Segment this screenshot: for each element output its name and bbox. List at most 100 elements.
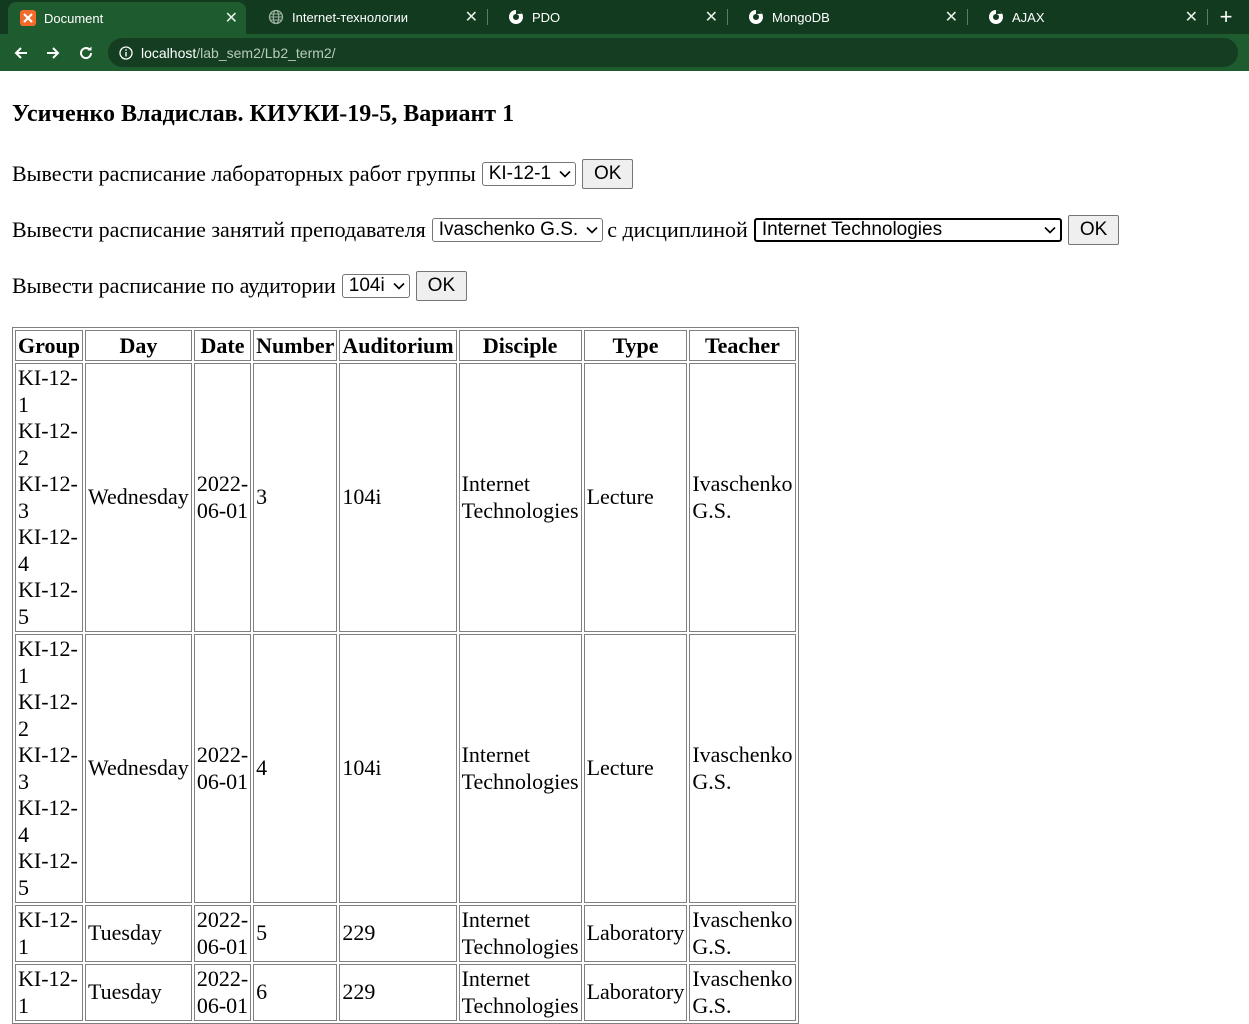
cell-number: 5 bbox=[253, 905, 338, 962]
cell-day: Wednesday bbox=[84, 634, 192, 903]
back-arrow-icon bbox=[14, 46, 27, 59]
group-select[interactable]: KI-12-1 bbox=[481, 162, 577, 186]
column-header-number: Number bbox=[253, 330, 338, 361]
group-ok-button[interactable]: OK bbox=[582, 159, 634, 189]
auditorium-ok-button[interactable]: OK bbox=[415, 271, 468, 301]
table-row: KI-12-1 Tuesday 2022-06-01 5 229 Interne… bbox=[15, 905, 796, 962]
cell-teacher: Ivaschenko G.S. bbox=[689, 634, 796, 903]
cell-discipline: Internet Technologies bbox=[458, 964, 582, 1021]
new-tab-button[interactable]: + bbox=[1215, 5, 1237, 29]
cell-groups: KI-12-1 bbox=[15, 905, 83, 962]
page-title: Усиченко Владислав. КИУКИ-19-5, Вариант … bbox=[12, 101, 515, 127]
teacher-ok-button[interactable]: OK bbox=[1067, 215, 1120, 245]
group-item: KI-12-5 bbox=[18, 848, 78, 900]
column-header-discipline: Disciple bbox=[458, 330, 582, 361]
cell-date: 2022-06-01 bbox=[193, 964, 252, 1021]
tab-title: Document bbox=[44, 10, 104, 26]
cell-discipline: Internet Technologies bbox=[458, 905, 582, 962]
group-item: KI-12-2 bbox=[18, 689, 78, 741]
url-path: /lab_sem2/Lb2_term2/ bbox=[196, 44, 336, 61]
close-icon[interactable]: ✕ bbox=[225, 8, 238, 28]
cell-auditorium: 229 bbox=[339, 905, 457, 962]
tab-pdo[interactable]: PDO ✕ bbox=[488, 0, 726, 34]
cell-number: 6 bbox=[253, 964, 338, 1021]
tab-internet-technologies[interactable]: Internet-технологии ✕ bbox=[248, 0, 486, 34]
cell-date: 2022-06-01 bbox=[193, 905, 252, 962]
cell-type: Laboratory bbox=[583, 964, 688, 1021]
cell-day: Wednesday bbox=[84, 363, 192, 632]
cell-groups: KI-12-1 bbox=[15, 964, 83, 1021]
group-item: KI-12-3 bbox=[18, 471, 78, 523]
close-icon[interactable]: ✕ bbox=[945, 7, 958, 27]
cell-auditorium: 104i bbox=[339, 363, 457, 632]
reload-button[interactable] bbox=[73, 34, 99, 71]
browser-tab-strip: Document ✕ Internet-технологии ✕ PDO ✕ M… bbox=[0, 0, 1249, 34]
cell-teacher: Ivaschenko G.S. bbox=[689, 363, 796, 632]
group-schedule-form: Вывести расписание лабораторных работ гр… bbox=[12, 159, 634, 189]
teacher-schedule-form: Вывести расписание занятий преподавателя… bbox=[12, 215, 1120, 245]
chevron-down-icon bbox=[586, 226, 598, 234]
close-icon[interactable]: ✕ bbox=[1185, 7, 1198, 27]
tab-title: Internet-технологии bbox=[292, 9, 409, 25]
column-header-day: Day bbox=[84, 330, 192, 361]
cell-type: Laboratory bbox=[583, 905, 688, 962]
browser-toolbar: localhost/lab_sem2/Lb2_term2/ bbox=[0, 34, 1249, 71]
tab-title: AJAX bbox=[1012, 9, 1045, 25]
table-row: KI-12-1 KI-12-2 KI-12-3 KI-12-4 KI-12-5 … bbox=[15, 363, 796, 632]
address-bar[interactable]: localhost/lab_sem2/Lb2_term2/ bbox=[108, 38, 1238, 67]
tab-title: MongoDB bbox=[772, 9, 830, 25]
chrome-icon bbox=[508, 9, 524, 25]
info-icon[interactable] bbox=[119, 45, 133, 60]
cell-discipline: Internet Technologies bbox=[458, 363, 582, 632]
group-item: KI-12-1 bbox=[18, 636, 78, 688]
globe-icon bbox=[268, 9, 284, 25]
discipline-select[interactable]: Internet Technologies bbox=[753, 218, 1062, 242]
group-item: KI-12-1 bbox=[18, 365, 78, 417]
table-header-row: Group Day Date Number Auditorium Discipl… bbox=[15, 330, 796, 361]
reload-icon bbox=[80, 46, 93, 59]
tab-title: PDO bbox=[532, 9, 561, 25]
group-item: KI-12-3 bbox=[18, 742, 78, 794]
group-select-value: KI-12-1 bbox=[488, 163, 552, 184]
column-header-date: Date bbox=[193, 330, 252, 361]
close-icon[interactable]: ✕ bbox=[465, 7, 478, 27]
chevron-down-icon bbox=[393, 282, 405, 290]
auditorium-schedule-form: Вывести расписание по аудитории 104i OK bbox=[12, 271, 468, 301]
cell-type: Lecture bbox=[583, 634, 688, 903]
chrome-icon bbox=[748, 9, 764, 25]
column-header-group: Group bbox=[15, 330, 83, 361]
cell-day: Tuesday bbox=[84, 905, 192, 962]
chevron-down-icon bbox=[1044, 226, 1056, 234]
back-button[interactable] bbox=[8, 34, 34, 71]
cell-auditorium: 229 bbox=[339, 964, 457, 1021]
discipline-label: с дисциплиной bbox=[607, 217, 748, 242]
cell-groups: KI-12-1 KI-12-2 KI-12-3 KI-12-4 KI-12-5 bbox=[15, 363, 83, 632]
discipline-select-value: Internet Technologies bbox=[761, 219, 943, 240]
tab-document[interactable]: Document ✕ bbox=[8, 2, 246, 34]
group-item: KI-12-4 bbox=[18, 524, 78, 576]
cell-type: Lecture bbox=[583, 363, 688, 632]
table-row: KI-12-1 Tuesday 2022-06-01 6 229 Interne… bbox=[15, 964, 796, 1021]
auditorium-select[interactable]: 104i bbox=[341, 274, 410, 298]
group-item: KI-12-1 bbox=[18, 966, 78, 1018]
close-icon[interactable]: ✕ bbox=[705, 7, 718, 27]
cell-number: 4 bbox=[253, 634, 338, 903]
chrome-icon bbox=[988, 9, 1004, 25]
forward-arrow-icon bbox=[47, 46, 60, 59]
teacher-select[interactable]: Ivaschenko G.S. bbox=[431, 218, 604, 242]
forward-button[interactable] bbox=[40, 34, 66, 71]
group-item: KI-12-4 bbox=[18, 795, 78, 847]
tab-divider bbox=[1207, 9, 1208, 25]
table-row: KI-12-1 KI-12-2 KI-12-3 KI-12-4 KI-12-5 … bbox=[15, 634, 796, 903]
xampp-icon bbox=[20, 10, 36, 26]
group-item: KI-12-1 bbox=[18, 907, 78, 959]
auditorium-select-value: 104i bbox=[348, 275, 385, 296]
cell-day: Tuesday bbox=[84, 964, 192, 1021]
teacher-form-label: Вывести расписание занятий преподавателя bbox=[12, 217, 426, 242]
tab-ajax[interactable]: AJAX ✕ bbox=[968, 0, 1206, 34]
schedule-table: Group Day Date Number Auditorium Discipl… bbox=[12, 327, 799, 1024]
cell-auditorium: 104i bbox=[339, 634, 457, 903]
group-item: KI-12-2 bbox=[18, 418, 78, 470]
cell-teacher: Ivaschenko G.S. bbox=[689, 905, 796, 962]
tab-mongodb[interactable]: MongoDB ✕ bbox=[728, 0, 966, 34]
